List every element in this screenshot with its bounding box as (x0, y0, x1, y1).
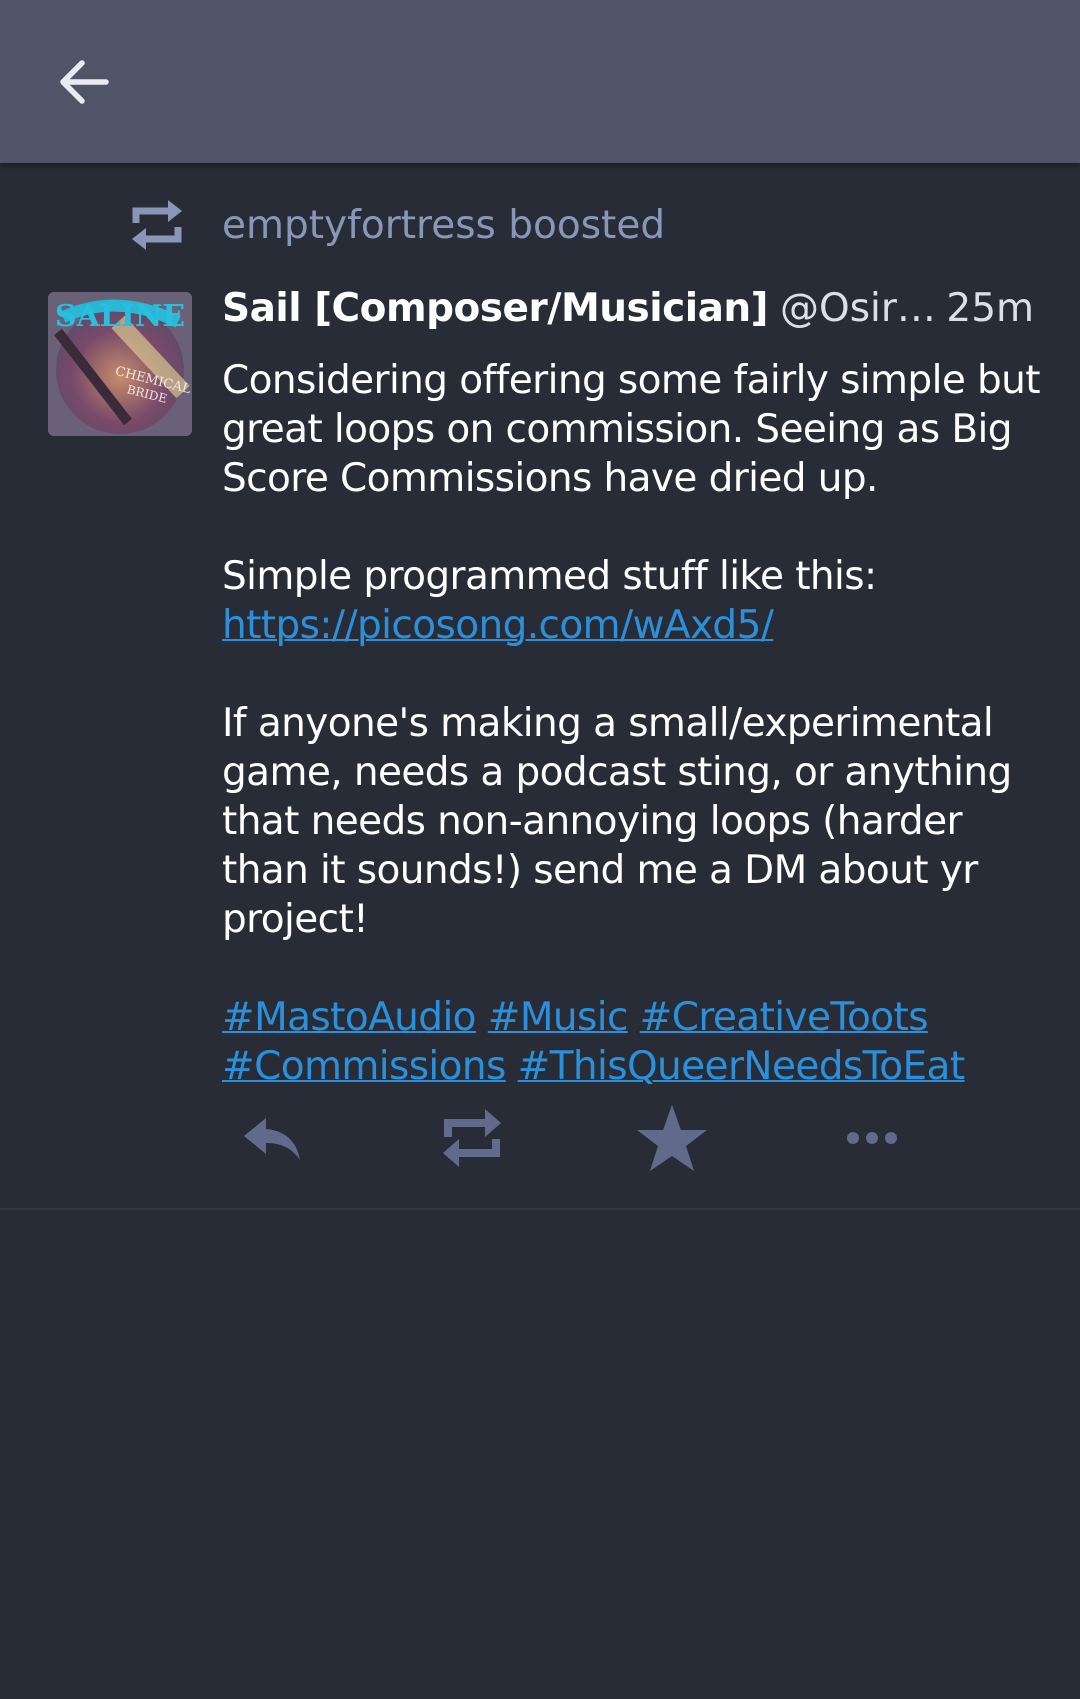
svg-text:SALINE: SALINE (55, 299, 185, 334)
reply-icon (244, 1118, 300, 1160)
top-app-bar (0, 0, 1080, 163)
account-handle[interactable]: @OsirisSa… (780, 286, 946, 331)
hashtag-link[interactable]: #CreativeToots (640, 995, 929, 1040)
status-header[interactable]: Sail [Composer/Musician] @OsirisSa… 25m (222, 286, 1034, 344)
hashtag-paragraph: #MastoAudio #Music #CreativeToots #Commi… (222, 993, 1052, 1091)
hashtag-link[interactable]: #Music (488, 995, 629, 1040)
boost-prepend: emptyfortress boosted (126, 190, 665, 260)
reply-button[interactable] (232, 1098, 312, 1178)
display-name[interactable]: Sail [Composer/Musician] (222, 286, 769, 331)
retweet-icon (126, 194, 188, 256)
picosong-link[interactable]: https://picosong.com/wAxd5/ (222, 603, 774, 648)
relative-time[interactable]: 25m (946, 286, 1034, 331)
ellipsis-icon (847, 1132, 897, 1144)
arrow-left-icon (60, 60, 109, 104)
status-content: Considering offering some fairly simple … (222, 356, 1052, 1140)
avatar-image: SALINE CHEMICAL BRIDE (48, 292, 192, 436)
retweet-icon (443, 1109, 501, 1167)
hashtag-link[interactable]: #ThisQueerNeedsToEat (518, 1044, 966, 1089)
content-text: Simple programmed stuff like this: (222, 554, 877, 599)
content-paragraph: If anyone's making a small/experimental … (222, 701, 1012, 942)
content-paragraph: Simple programmed stuff like this: https… (222, 552, 1052, 650)
hashtag-link[interactable]: #MastoAudio (222, 995, 477, 1040)
action-bar (222, 1098, 1022, 1178)
avatar[interactable]: SALINE CHEMICAL BRIDE (48, 292, 192, 436)
app-root: emptyfortress boosted SALINE CHEMICAL BR… (0, 0, 1080, 1699)
back-button[interactable] (48, 46, 120, 118)
more-button[interactable] (832, 1098, 912, 1178)
boosted-by-label[interactable]: emptyfortress boosted (222, 203, 665, 248)
boost-button[interactable] (432, 1098, 512, 1178)
star-icon (637, 1105, 707, 1171)
favourite-button[interactable] (632, 1098, 712, 1178)
content-paragraph: Considering offering some fairly simple … (222, 358, 1041, 501)
hashtag-link[interactable]: #Commissions (222, 1044, 506, 1089)
